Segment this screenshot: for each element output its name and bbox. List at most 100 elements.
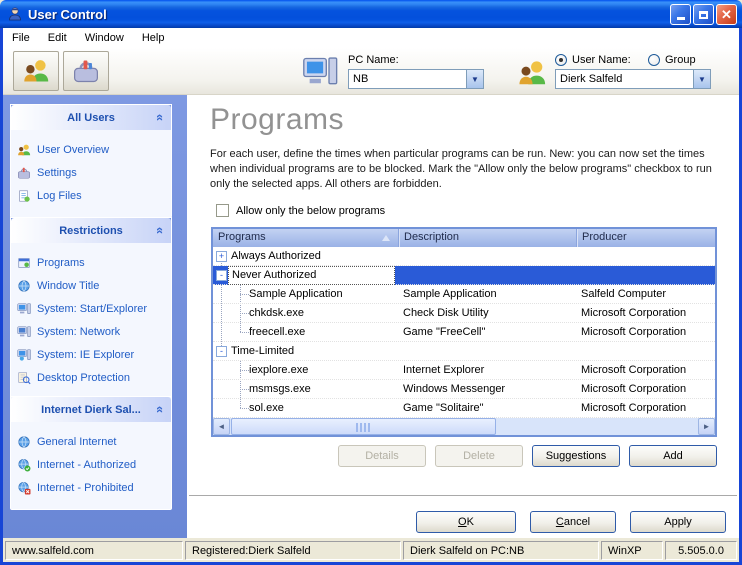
chevron-down-icon[interactable]: ▼ <box>693 70 710 88</box>
sidebar-item-user-overview[interactable]: User Overview <box>17 138 167 161</box>
sidebar-item-label: General Internet <box>37 436 117 448</box>
users-toolbar-button[interactable] <box>13 51 59 91</box>
scrollbar-thumb[interactable] <box>231 418 496 435</box>
sidebar-item-label: Desktop Protection <box>37 372 130 384</box>
users-icon <box>22 57 50 85</box>
status-os: WinXP <box>601 541 663 560</box>
expand-icon[interactable]: + <box>216 251 227 262</box>
app-icon <box>7 6 23 22</box>
sidebar-item-label: Log Files <box>37 190 82 202</box>
globe-x-icon <box>17 481 31 495</box>
menu-help[interactable]: Help <box>133 29 174 47</box>
sidebar-item-label: Internet - Prohibited <box>37 482 134 494</box>
maximize-button[interactable] <box>693 4 714 25</box>
page-title: Programs <box>210 103 344 137</box>
allow-only-checkbox[interactable] <box>216 204 229 217</box>
chevron-down-icon[interactable]: ▼ <box>466 70 483 88</box>
sidebar-item-system-network[interactable]: System: Network <box>17 320 167 343</box>
computer-icon <box>301 54 339 90</box>
sidebar-item-system-start-explorer[interactable]: System: Start/Explorer <box>17 297 167 320</box>
footer-divider <box>189 495 737 496</box>
collapse-icon[interactable]: - <box>216 270 227 281</box>
table-row[interactable]: msmsgs.exe Windows Messenger Microsoft C… <box>213 380 715 399</box>
radio-unselected-icon <box>648 54 660 66</box>
section-header-restrictions[interactable]: Restrictions « <box>11 218 171 243</box>
scroll-left-button[interactable]: ◄ <box>213 418 230 435</box>
section-title: Internet Dierk Sal... <box>41 404 141 416</box>
window-frame: File Edit Window Help <box>0 28 742 565</box>
sidebar-item-label: Programs <box>37 257 85 269</box>
section-header-internet[interactable]: Internet Dierk Sal... « <box>11 397 171 422</box>
menu-window[interactable]: Window <box>76 29 133 47</box>
user-name-select[interactable]: Dierk Salfeld ▼ <box>555 69 711 89</box>
menu-file[interactable]: File <box>3 29 39 47</box>
sidebar-item-internet-prohibited[interactable]: Internet - Prohibited <box>17 476 167 499</box>
suggestions-button[interactable]: Suggestions <box>532 445 620 467</box>
table-row-group[interactable]: - Time-Limited <box>213 342 715 361</box>
table-row[interactable]: iexplore.exe Internet Explorer Microsoft… <box>213 361 715 380</box>
settings-toolbar-button[interactable] <box>63 51 109 91</box>
programs-icon <box>17 256 31 270</box>
add-button[interactable]: Add <box>629 445 717 467</box>
table-row-group[interactable]: + Always Authorized <box>213 247 715 266</box>
sidebar: All Users « User Overview <box>3 95 187 538</box>
pc-name-label: PC Name: <box>348 54 399 66</box>
sidebar-item-window-title[interactable]: Window Title <box>17 274 167 297</box>
sidebar-section-internet: Internet Dierk Sal... « General Internet <box>10 396 172 510</box>
section-header-all-users[interactable]: All Users « <box>11 105 171 130</box>
table-row[interactable]: chkdsk.exe Check Disk Utility Microsoft … <box>213 304 715 323</box>
maximize-icon <box>699 11 708 19</box>
status-version: 5.505.0.0 <box>665 541 737 560</box>
minimize-button[interactable] <box>670 4 691 25</box>
status-registered: Registered:Dierk Salfeld <box>185 541 401 560</box>
table-row[interactable]: freecell.exe Game "FreeCell" Microsoft C… <box>213 323 715 342</box>
scroll-right-button[interactable]: ► <box>698 418 715 435</box>
pc-name-select[interactable]: NB ▼ <box>348 69 484 89</box>
close-button[interactable]: ✕ <box>716 4 737 25</box>
horizontal-scrollbar[interactable]: ◄ ► <box>213 418 715 435</box>
magnifier-doc-icon <box>17 371 31 385</box>
scrollbar-grip <box>356 423 372 432</box>
details-button: Details <box>338 445 426 467</box>
table-row-group-selected[interactable]: - Never Authorized <box>213 266 715 285</box>
group-radio[interactable]: Group <box>648 54 696 66</box>
sidebar-item-settings[interactable]: Settings <box>17 161 167 184</box>
user-name-radio[interactable]: User Name: <box>555 54 631 66</box>
apply-button[interactable]: Apply <box>630 511 726 533</box>
sidebar-item-general-internet[interactable]: General Internet <box>17 430 167 453</box>
user-name-value: Dierk Salfeld <box>556 73 693 85</box>
cancel-button[interactable]: Cancel <box>530 511 616 533</box>
table-row[interactable]: sol.exe Game "Solitaire" Microsoft Corpo… <box>213 399 715 418</box>
table-row[interactable]: Sample Application Sample Application Sa… <box>213 285 715 304</box>
pc-name-value: NB <box>349 73 466 85</box>
sidebar-item-internet-authorized[interactable]: Internet - Authorized <box>17 453 167 476</box>
column-header-producer[interactable]: Producer <box>576 229 715 247</box>
menu-edit[interactable]: Edit <box>39 29 76 47</box>
sidebar-item-programs[interactable]: Programs <box>17 251 167 274</box>
globe-icon <box>17 435 31 449</box>
column-header-programs[interactable]: Programs <box>213 229 398 247</box>
user-control-window: User Control ✕ File Edit Window Help <box>0 0 742 565</box>
user-name-radio-label: User Name: <box>572 54 631 66</box>
sidebar-item-desktop-protection[interactable]: Desktop Protection <box>17 366 167 389</box>
column-header-description[interactable]: Description <box>398 229 576 247</box>
chevron-up-icon[interactable]: « <box>153 114 168 121</box>
chevron-up-icon[interactable]: « <box>153 406 168 413</box>
title-bar: User Control ✕ <box>0 0 742 28</box>
sidebar-item-log-files[interactable]: Log Files <box>17 184 167 207</box>
toolbar: PC Name: NB ▼ User Name: Group Dierk Sal… <box>3 48 739 95</box>
radio-selected-icon <box>555 54 567 66</box>
computer-icon <box>17 348 31 362</box>
window-title: User Control <box>28 7 107 22</box>
sidebar-item-label: Settings <box>37 167 77 179</box>
computer-icon <box>17 325 31 339</box>
chevron-up-icon[interactable]: « <box>153 227 168 234</box>
page-description: For each user, define the times when par… <box>210 147 732 192</box>
sidebar-item-label: Internet - Authorized <box>37 459 136 471</box>
section-title: Restrictions <box>59 225 123 237</box>
collapse-icon[interactable]: - <box>216 346 227 357</box>
action-button-row: Details Delete Suggestions Add <box>211 445 717 467</box>
status-user-pc: Dierk Salfeld on PC:NB <box>403 541 599 560</box>
sidebar-item-system-ie-explorer[interactable]: System: IE Explorer <box>17 343 167 366</box>
ok-button[interactable]: OK <box>416 511 516 533</box>
